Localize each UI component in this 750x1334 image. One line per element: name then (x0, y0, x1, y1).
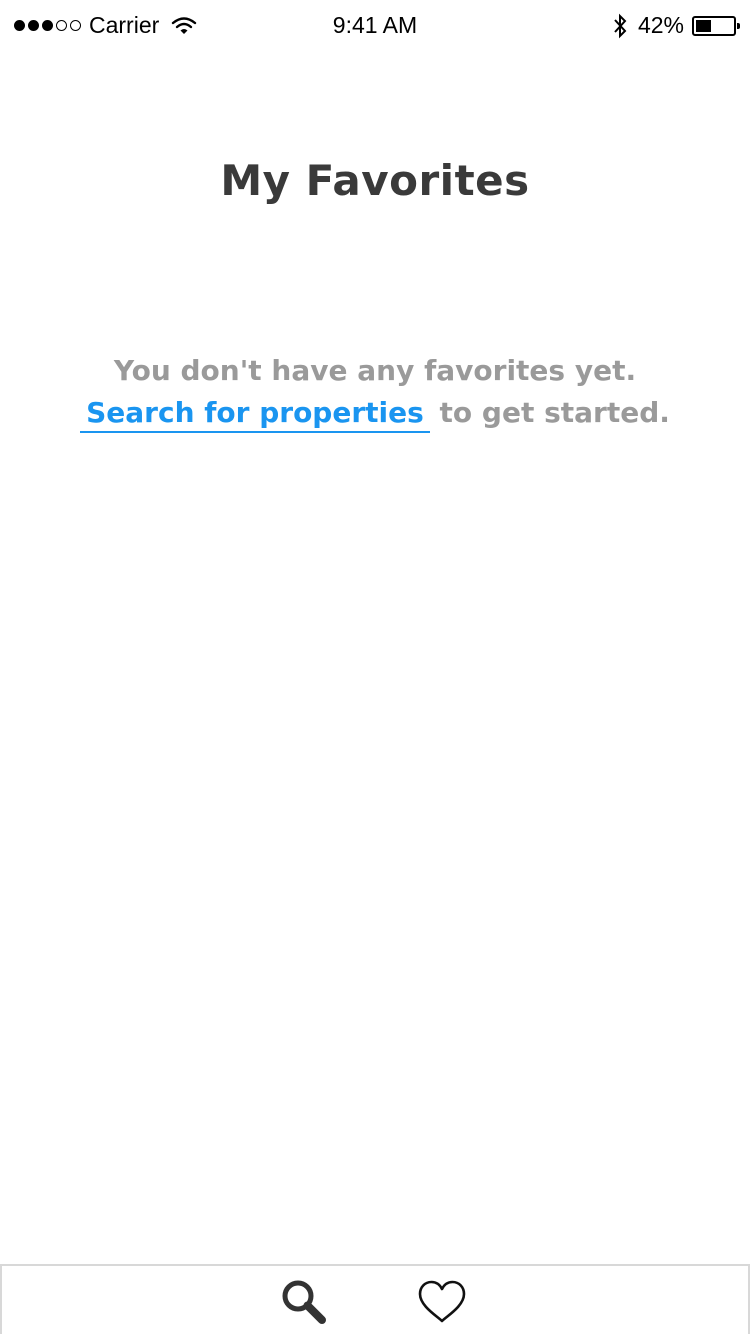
search-icon (282, 1280, 326, 1324)
tab-search[interactable] (276, 1276, 332, 1328)
tab-favorites[interactable] (414, 1276, 470, 1328)
heart-icon (418, 1280, 466, 1323)
empty-state-cta-line: Search for properties to get started. (0, 392, 750, 434)
empty-state-suffix: to get started. (429, 396, 670, 429)
bluetooth-icon (614, 13, 627, 38)
search-properties-link[interactable]: Search for properties (80, 396, 430, 433)
page-title: My Favorites (220, 156, 530, 205)
empty-state-line: You don't have any favorites yet. (113, 354, 637, 387)
favorites-screen: Carrier 9:41 AM 42% My Favorites You don… (0, 0, 750, 1334)
tab-bar (0, 1264, 750, 1334)
empty-state-message: You don't have any favorites yet. Search… (0, 350, 750, 434)
battery-fill (696, 19, 711, 32)
battery-percentage: 42% (637, 12, 684, 38)
status-bar: Carrier 9:41 AM 42% (0, 0, 750, 52)
battery-icon (692, 15, 740, 36)
status-bar-right: 42% (612, 12, 740, 39)
